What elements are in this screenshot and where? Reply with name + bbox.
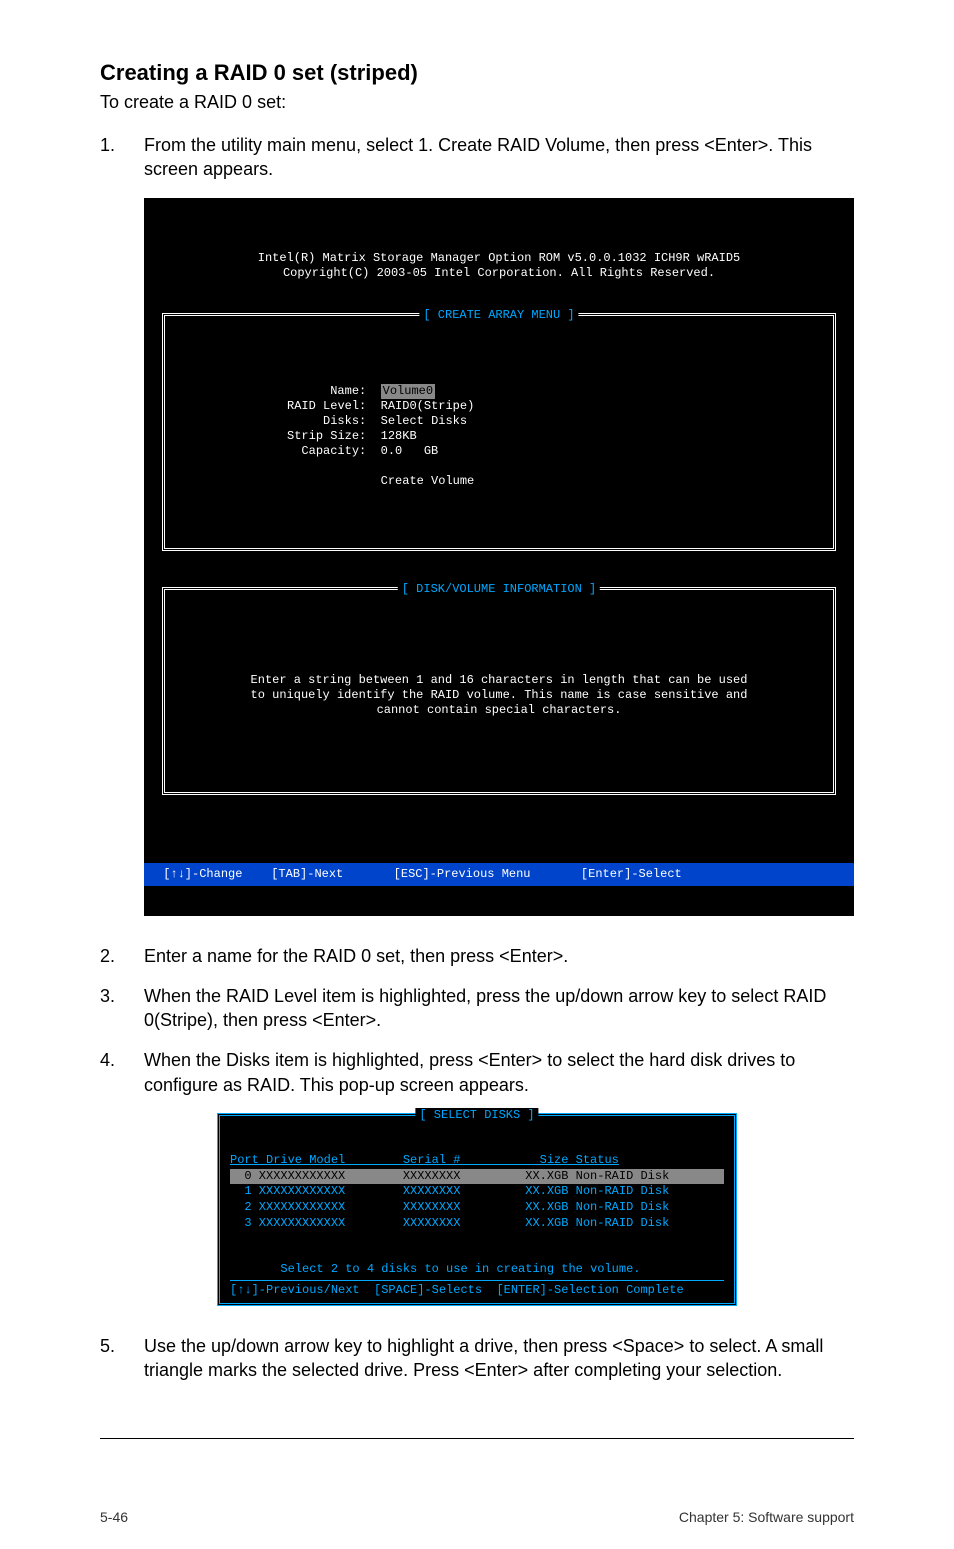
disk-row-0[interactable]: 0 XXXXXXXXXXXX XXXXXXXX XX.XGB Non-RAID … (230, 1169, 724, 1185)
create-array-section: [ CREATE ARRAY MENU ] Name: Volume0 RAID… (162, 313, 836, 551)
capacity-value: 0.0 GB (381, 444, 439, 458)
footer-next: [TAB]-Next (271, 867, 343, 881)
step-4: When the Disks item is highlighted, pres… (100, 1048, 854, 1097)
info-line-3: cannot contain special characters. (377, 703, 622, 717)
step-1: From the utility main menu, select 1. Cr… (100, 133, 854, 182)
disks-value: Select Disks (381, 414, 467, 428)
disk-row-2[interactable]: 2 XXXXXXXXXXXX XXXXXXXX XX.XGB Non-RAID … (230, 1200, 669, 1214)
step-5: Use the up/down arrow key to highlight a… (100, 1334, 854, 1383)
footer-change: [↑↓]-Change (163, 867, 242, 881)
capacity-label: Capacity: (301, 444, 366, 458)
info-line-2: to uniquely identify the RAID volume. Th… (251, 688, 748, 702)
page-footer: 5-46 Chapter 5: Software support (0, 1439, 954, 1549)
select-disks-footer: [↑↓]-Previous/Next [SPACE]-Selects [ENTE… (230, 1280, 724, 1299)
create-array-label: [ CREATE ARRAY MENU ] (419, 308, 578, 323)
step-2: Enter a name for the RAID 0 set, then pr… (100, 944, 854, 968)
strip-size-value: 128KB (381, 429, 417, 443)
select-disks-header: Port Drive Model Serial # Size Status (230, 1153, 724, 1169)
create-array-terminal: Intel(R) Matrix Storage Manager Option R… (144, 198, 854, 916)
name-label: Name: (330, 384, 366, 398)
steps-list-1: From the utility main menu, select 1. Cr… (100, 133, 854, 182)
name-value[interactable]: Volume0 (381, 384, 435, 399)
page-content: Creating a RAID 0 set (striped) To creat… (0, 0, 954, 1438)
step-3: When the RAID Level item is highlighted,… (100, 984, 854, 1033)
chapter-title: Chapter 5: Software support (679, 1509, 854, 1525)
create-volume-action[interactable]: Create Volume (381, 474, 475, 488)
page-number: 5-46 (100, 1509, 128, 1525)
steps-list-3: Use the up/down arrow key to highlight a… (100, 1334, 854, 1383)
section-title: Creating a RAID 0 set (striped) (100, 60, 854, 86)
steps-list-2: Enter a name for the RAID 0 set, then pr… (100, 944, 854, 1097)
disk-row-3[interactable]: 3 XXXXXXXXXXXX XXXXXXXX XX.XGB Non-RAID … (230, 1216, 669, 1230)
strip-size-label: Strip Size: (287, 429, 366, 443)
select-disks-instruction: Select 2 to 4 disks to use in creating t… (280, 1262, 640, 1276)
select-disks-title: [ SELECT DISKS ] (415, 1108, 538, 1124)
disk-info-section: [ DISK/VOLUME INFORMATION ] Enter a stri… (162, 587, 836, 795)
terminal-header-2: Copyright(C) 2003-05 Intel Corporation. … (156, 266, 842, 281)
terminal-footer: [↑↓]-Change [TAB]-Next [ESC]-Previous Me… (144, 863, 854, 886)
terminal-header-1: Intel(R) Matrix Storage Manager Option R… (156, 251, 842, 266)
disks-label: Disks: (323, 414, 366, 428)
section-intro: To create a RAID 0 set: (100, 92, 854, 113)
raid-level-label: RAID Level: (287, 399, 366, 413)
footer-select: [Enter]-Select (581, 867, 682, 881)
footer-prev: [ESC]-Previous Menu (394, 867, 531, 881)
select-disks-terminal: [ SELECT DISKS ] Port Drive Model Serial… (217, 1113, 737, 1306)
disk-info-label: [ DISK/VOLUME INFORMATION ] (398, 582, 600, 597)
info-line-1: Enter a string between 1 and 16 characte… (251, 673, 748, 687)
disk-row-1[interactable]: 1 XXXXXXXXXXXX XXXXXXXX XX.XGB Non-RAID … (230, 1184, 669, 1198)
raid-level-value: RAID0(Stripe) (381, 399, 475, 413)
